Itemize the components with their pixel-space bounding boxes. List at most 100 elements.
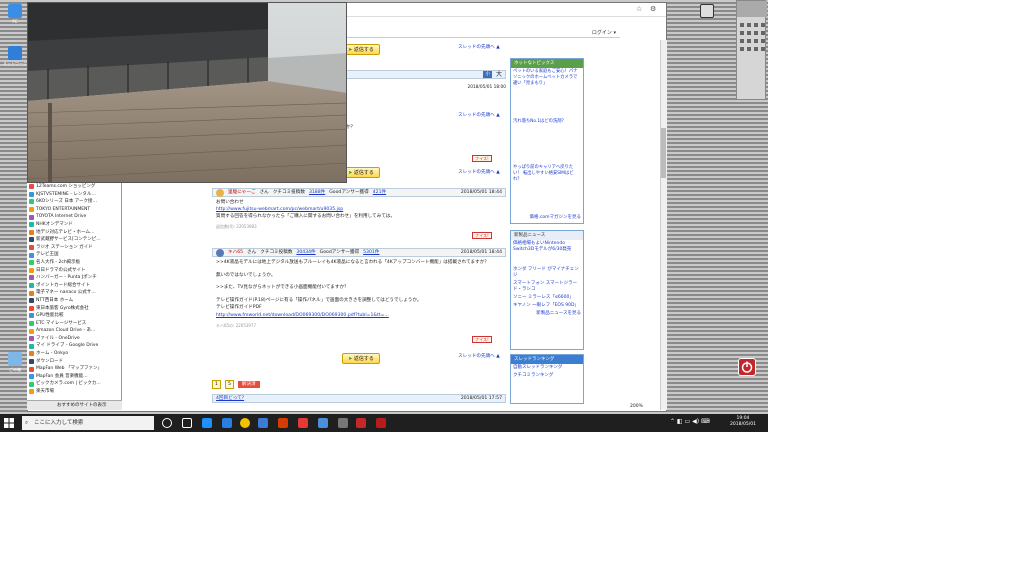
promo-item[interactable]: やっぱり前のキャリアへ戻りたい！ 転出しやすい格安SIMはどれ？ [511,164,583,214]
favorite-item[interactable]: 名人大作 - 2ch掲示板 [27,259,121,267]
favorite-item[interactable]: ETC マイレージサービス [27,320,121,328]
font-large-button[interactable]: 大 [496,71,502,78]
reply-button[interactable]: ➤ 返信する [342,353,380,364]
favorites-star-icon[interactable]: ☆ [636,5,642,13]
answer-url[interactable]: http://www.fmworld.net/download/DO069300… [216,312,502,320]
avatar [216,188,224,197]
desktop-icon-recycle-bin[interactable]: ごみ箱 [2,352,28,373]
system-tray-icons[interactable]: ⌃ ◧ ▭ ◀) ⌨ [670,418,710,425]
thread-top-link[interactable]: スレッドの先頭へ ▲ [458,112,500,118]
favorite-label: KJSTVSTEMINE - レンタル… [36,191,96,197]
favorite-item[interactable]: NHKオンデマンド [27,221,121,229]
news-item[interactable]: ソニー ミラーレス「α6600」 [511,294,583,302]
answer-rank-count[interactable]: 3188件 [309,189,325,196]
favicon-icon [29,214,34,220]
favorites-footer[interactable]: おすすめのサイトの表示 [27,400,122,410]
favorite-item[interactable]: 地デジ対応テレビ・ホーム… [27,229,121,237]
favorite-label: テレビ王国 [36,252,59,258]
desktop-icon-network[interactable]: ネットワーク [2,46,28,67]
favorite-label: ポイントカード総合サイト [36,282,90,288]
favorite-item[interactable]: MapFan 会員 音楽機能… [27,373,121,381]
favicon-icon [29,328,34,334]
ranking-item[interactable]: クチコミランキング [511,372,583,380]
thread-top-link[interactable]: スレッドの先頭へ ▲ [458,169,500,175]
vertical-scrollbar[interactable] [660,40,667,410]
app-icon[interactable] [298,418,308,428]
font-small-button[interactable]: 小 [483,71,492,78]
power-icon[interactable] [738,358,756,376]
favorite-item[interactable]: KJSTVSTEMINE - レンタル… [27,191,121,199]
favorite-item[interactable]: ハンバーガー - Punta Jポンチ [27,274,121,282]
favorite-item[interactable]: ビックカメラ.com | ビックカ… [27,380,121,388]
favorite-item[interactable]: 東日本旅客 Gyro株式会社 [27,305,121,313]
favorite-item[interactable]: 新武蔵野サービス[コンテンピ… [27,236,121,244]
next-thread-title[interactable]: 4回目どって? [216,395,244,402]
favorite-item[interactable]: ファイル - OneDrive [27,335,121,343]
favorite-item[interactable]: MapFan Web 「マップファン」 [27,365,121,373]
news-item[interactable]: 価格相場もよいNintendo Switch3Dモデルが6/30発売 [511,240,583,266]
desktop-icon-monitor[interactable] [694,4,720,19]
favorite-item[interactable]: 電子マネー nanaco 公式サ… [27,289,121,297]
news-more-link[interactable]: 新製品ニュースを見る [511,310,583,318]
zoom-level[interactable]: 200% [630,404,643,409]
reply-button[interactable]: ➤ 返信する [342,167,380,178]
answer-good-count[interactable]: 421件 [373,189,386,196]
app-icon[interactable] [356,418,366,428]
windows-start-icon[interactable] [4,418,14,428]
favorite-item[interactable]: TOKYO ENTERTAINMENT [27,206,121,214]
desktop-icon-pc[interactable]: PC [2,4,28,24]
answer-rank-count[interactable]: 30434件 [296,249,315,256]
login-link[interactable]: ログイン ▾ [320,29,620,38]
news-item[interactable]: キヤノン 一眼レフ「EOS 90D」 [511,302,583,310]
taskbar-clock[interactable]: 19:04 2018/05/01 [720,416,766,428]
calendar-widget[interactable] [736,0,767,100]
settings-gear-icon[interactable]: ⚙ [650,5,656,13]
edge-icon[interactable] [202,418,212,428]
favorite-item[interactable]: TOYOTA Internet Drive [27,213,121,221]
promo-item[interactable]: ペットのいる家庭もご安心！パナソニックのホームベットカメラで違い「見まもり」 [511,68,583,118]
mail-icon[interactable] [258,418,268,428]
ranking-item[interactable]: 自動スレッドランキング [511,364,583,372]
favorite-item[interactable]: ホーム - Onkyo [27,350,121,358]
app-icon[interactable] [318,418,328,428]
photo-window[interactable] [27,2,347,183]
favorite-item[interactable]: ダウンロード [27,358,121,366]
favorite-item[interactable]: Amazon Cloud Drive - あ… [27,327,121,335]
favorite-item[interactable]: マイ ドライブ - Google Drive [27,342,121,350]
favorite-label: ETC マイレージサービス [36,320,87,326]
news-item[interactable]: ホンダ フリード がマイナチェンジ [511,266,583,280]
desktop-icon-label: ネットワーク [3,61,27,66]
answer-username[interactable]: キハ65 [228,249,243,256]
favorite-item[interactable]: 楽天市場 [27,388,121,396]
app-icon[interactable] [376,418,386,428]
favorite-item[interactable]: 12Teams.com ショッピング [27,183,121,191]
chrome-icon[interactable] [240,418,250,428]
app-icon[interactable] [338,418,348,428]
answer-good-count[interactable]: 5301件 [363,249,379,256]
favorite-item[interactable]: ラジオ ステーション ガイド [27,244,121,252]
favorite-item[interactable]: NTT西日本 ホーム [27,297,121,305]
task-view-icon[interactable] [182,418,192,428]
thread-top-link[interactable]: スレッドの先頭へ ▲ [458,353,500,359]
nice-button[interactable]: ナイス! [472,155,492,162]
promo-item[interactable]: 汚れ落ちNo.1はどの洗剤？ [511,118,583,164]
app-icon[interactable] [278,418,288,428]
favorite-item[interactable]: 日日ドラマの公式サイト [27,267,121,275]
favicon-icon [29,184,34,190]
cortana-icon[interactable] [162,418,172,428]
promo-more-link[interactable]: 価格.comマガジンを見る [511,214,583,222]
news-item[interactable]: スマートフォン スマートジラード・ラシコ [511,280,583,294]
favorite-item[interactable]: 6KOシリーズ 日本 アーク接… [27,198,121,206]
ie-icon[interactable] [222,418,232,428]
scrollbar-thumb[interactable] [661,128,666,178]
answer-url[interactable]: http://www.fujitsu-webmart.com/pc/webmar… [216,206,502,213]
nice-button[interactable]: ナイス! [472,336,492,343]
favorite-item[interactable]: ポイントカード総合サイト [27,282,121,290]
thread-top-link[interactable]: スレッドの先頭へ ▲ [458,44,500,50]
nice-button[interactable]: ナイス! [472,232,492,239]
answer-username[interactable]: 里駆にゃーご [228,189,256,196]
favorite-item[interactable]: GPU性能比較 [27,312,121,320]
reply-button[interactable]: ➤ 返信する [342,44,380,55]
favorite-item[interactable]: テレビ王国 [27,251,121,259]
taskbar-search-input[interactable]: ⌕ ここに入力して検索 [22,416,154,430]
